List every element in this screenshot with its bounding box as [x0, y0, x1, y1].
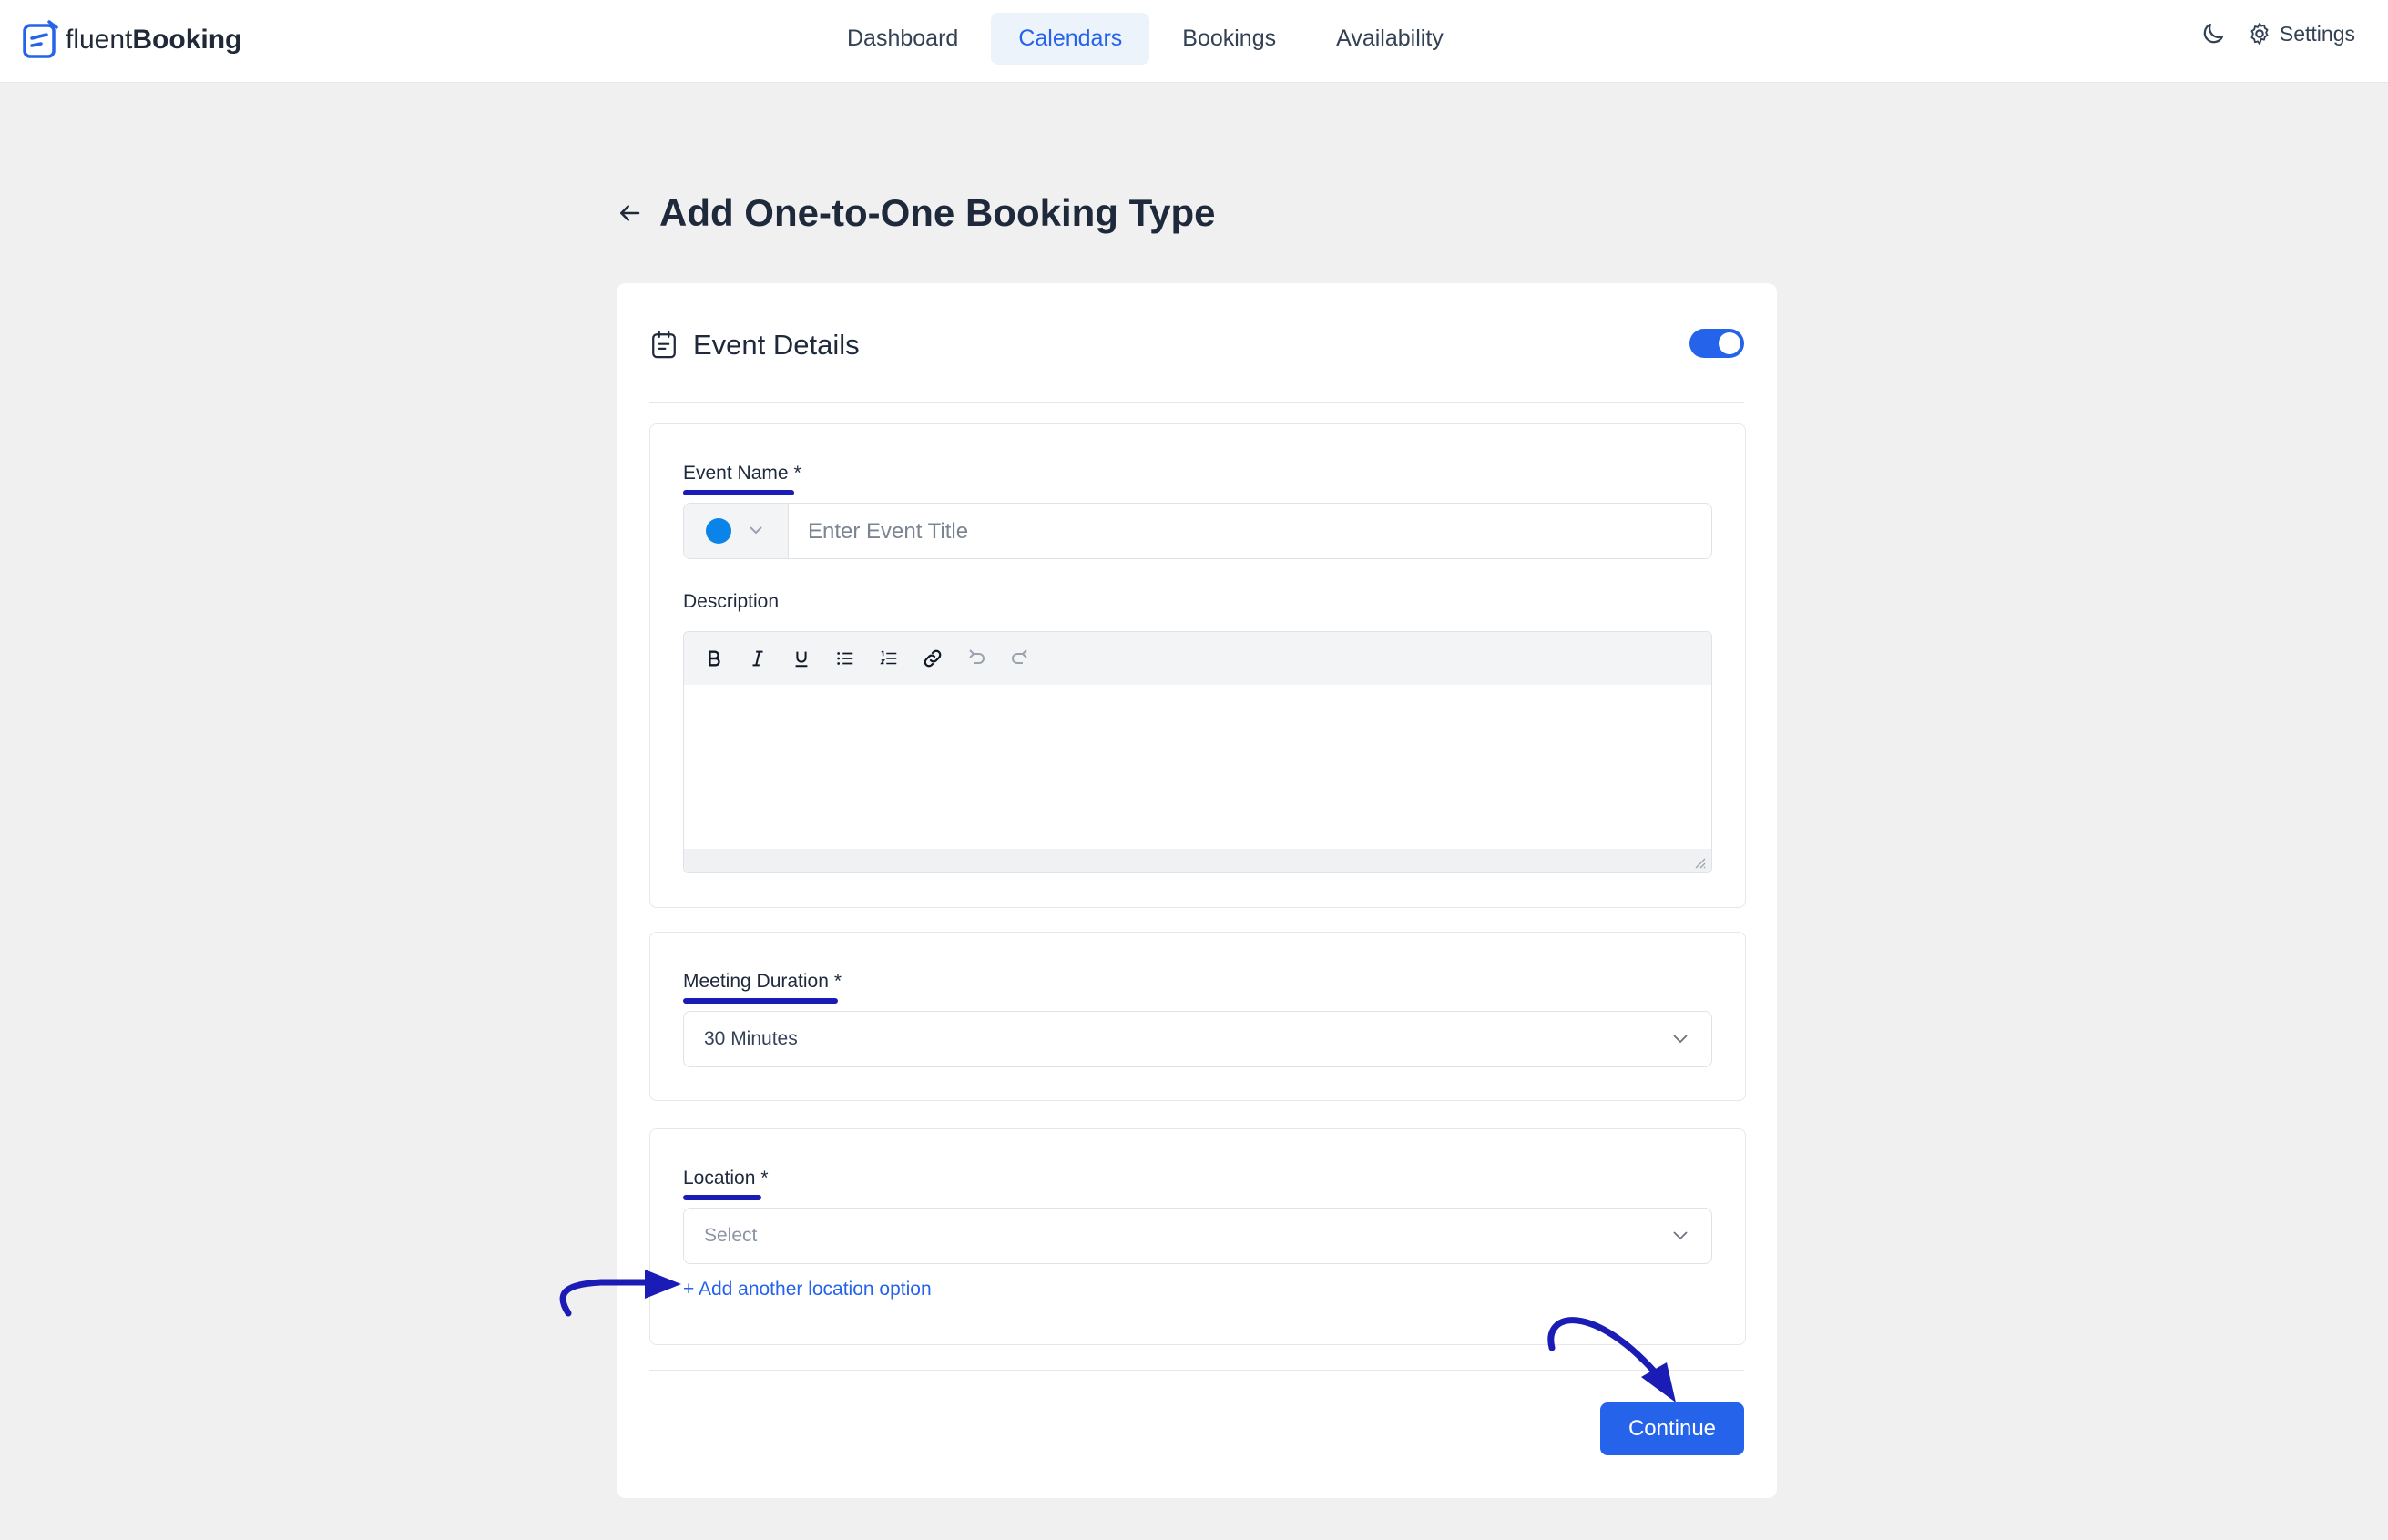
- meeting-duration-section: Meeting Duration * 30 Minutes: [649, 932, 1746, 1101]
- meeting-duration-select[interactable]: 30 Minutes: [683, 1011, 1712, 1067]
- event-name-field: [683, 503, 1712, 559]
- add-location-link[interactable]: + Add another location option: [683, 1279, 932, 1300]
- event-color-picker[interactable]: [684, 504, 789, 558]
- gear-icon: [2250, 22, 2269, 46]
- undo-icon[interactable]: [959, 641, 994, 676]
- italic-icon[interactable]: [740, 641, 775, 676]
- location-select[interactable]: Select: [683, 1208, 1712, 1264]
- back-arrow-icon[interactable]: [616, 199, 643, 227]
- brand-name-light: fluent: [66, 25, 133, 55]
- description-label: Description: [683, 591, 780, 612]
- chevron-down-icon: [1673, 1035, 1688, 1044]
- event-info-section: Event Name* Description: [649, 423, 1746, 908]
- redo-icon[interactable]: [1003, 641, 1037, 676]
- bold-icon[interactable]: [697, 641, 731, 676]
- card-header: Event Details: [649, 329, 1744, 403]
- card-footer-divider: [649, 1370, 1744, 1371]
- chevron-down-icon: [750, 526, 762, 535]
- top-navbar: fluent Booking Dashboard Calendars Booki…: [0, 0, 2388, 83]
- event-enabled-toggle[interactable]: [1689, 329, 1744, 358]
- nav-bookings[interactable]: Bookings: [1155, 13, 1303, 65]
- duration-value: 30 Minutes: [704, 1028, 798, 1049]
- continue-button[interactable]: Continue: [1600, 1402, 1744, 1455]
- main-nav: Dashboard Calendars Bookings Availabilit…: [820, 13, 1471, 65]
- card-title: Event Details: [693, 329, 860, 361]
- annotation-underline: [683, 490, 794, 495]
- settings-label: Settings: [2279, 21, 2355, 46]
- annotation-underline: [683, 1195, 761, 1200]
- description-editor: [683, 631, 1712, 873]
- resize-handle-icon[interactable]: [1693, 856, 1706, 869]
- description-textarea[interactable]: [684, 685, 1711, 849]
- fluent-booking-logo-icon: [23, 20, 58, 58]
- meeting-duration-label: Meeting Duration *: [683, 971, 842, 992]
- location-label: Location *: [683, 1168, 769, 1188]
- nav-calendars[interactable]: Calendars: [991, 13, 1150, 65]
- card-header-label: Event Details: [649, 329, 860, 362]
- bullet-list-icon[interactable]: [828, 641, 862, 676]
- chevron-down-icon: [1673, 1231, 1688, 1240]
- editor-resize-bar[interactable]: [684, 849, 1711, 872]
- event-details-card: Event Details Event Name* Description: [617, 283, 1777, 1498]
- dark-mode-moon-icon[interactable]: [2199, 20, 2227, 47]
- calendar-note-icon: [652, 331, 676, 359]
- event-title-input[interactable]: [806, 504, 1702, 558]
- link-icon[interactable]: [915, 641, 950, 676]
- underline-icon[interactable]: [784, 641, 819, 676]
- page-title-row: Add One-to-One Booking Type: [616, 191, 1216, 235]
- page-title: Add One-to-One Booking Type: [659, 191, 1216, 234]
- location-placeholder: Select: [704, 1225, 758, 1246]
- editor-toolbar: [684, 632, 1711, 685]
- color-swatch: [706, 518, 731, 544]
- header-actions: Settings: [2199, 20, 2355, 47]
- brand-name-bold: Booking: [132, 25, 242, 55]
- annotation-underline: [683, 998, 838, 1004]
- location-section: Location * Select + Add another location …: [649, 1128, 1746, 1345]
- nav-dashboard[interactable]: Dashboard: [820, 13, 985, 65]
- numbered-list-icon[interactable]: [872, 641, 906, 676]
- nav-availability[interactable]: Availability: [1309, 13, 1471, 65]
- settings-button[interactable]: Settings: [2247, 21, 2355, 46]
- brand-logo[interactable]: fluent Booking: [22, 18, 241, 62]
- event-name-label: Event Name *: [683, 463, 801, 484]
